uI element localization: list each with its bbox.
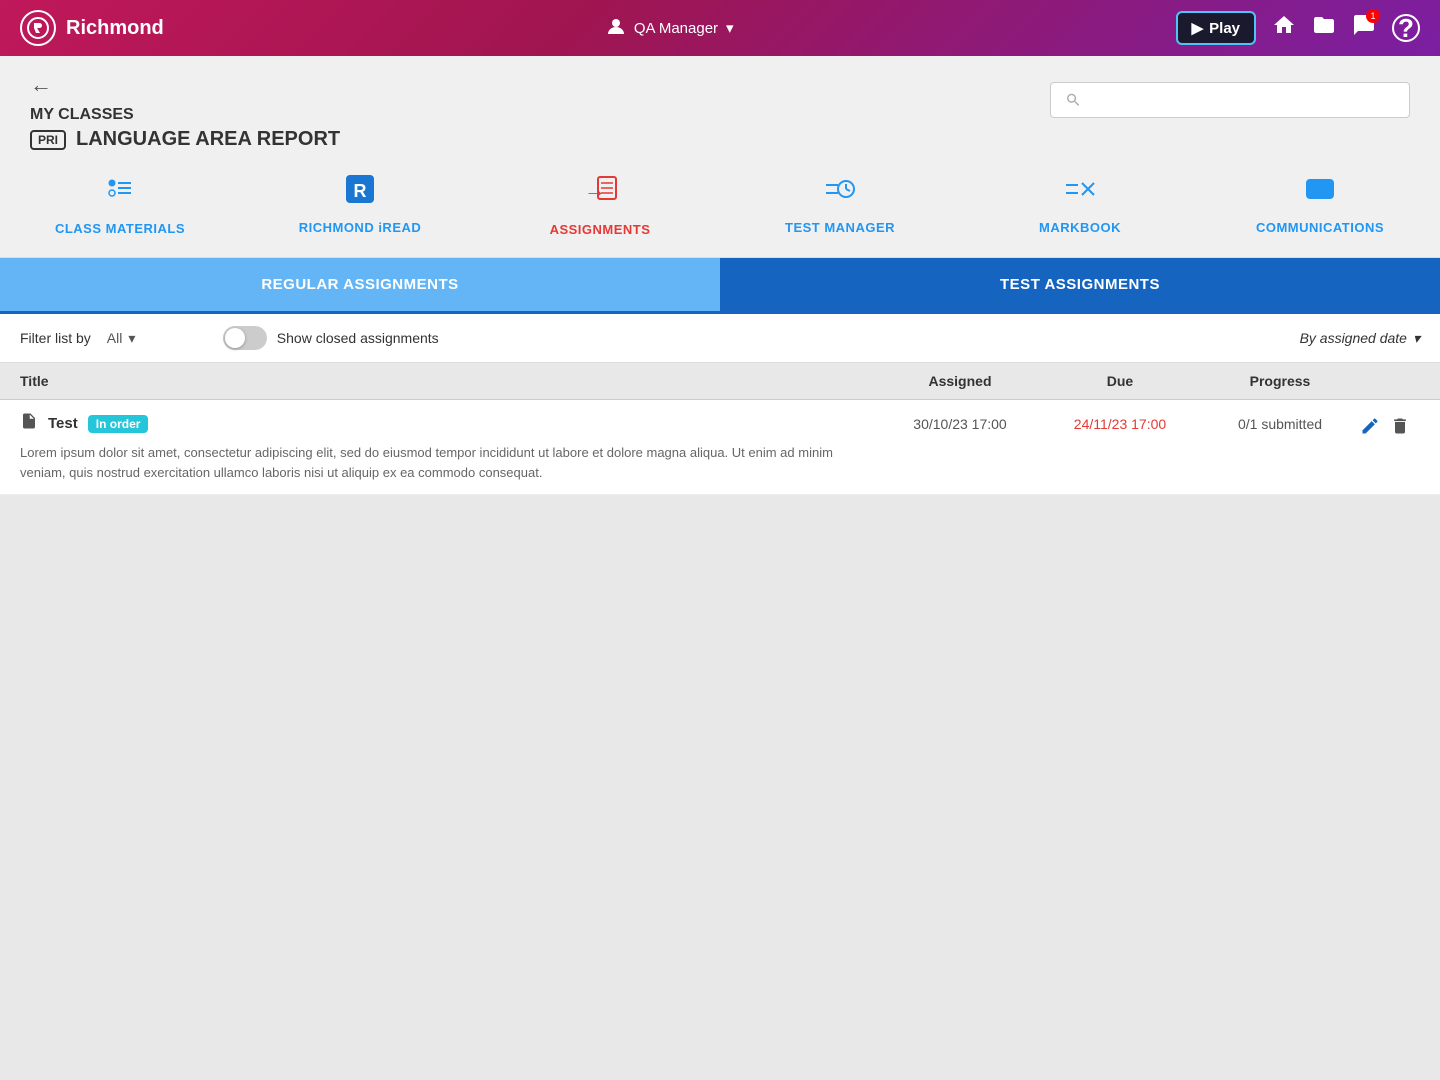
search-box[interactable] bbox=[1050, 82, 1410, 118]
richmond-iread-icon: R bbox=[342, 171, 378, 212]
show-closed-toggle-container: Show closed assignments bbox=[223, 326, 439, 350]
due-date: 24/11/23 17:00 bbox=[1040, 412, 1200, 432]
assignment-title-row: Test In order bbox=[20, 412, 880, 435]
sidebar-item-markbook[interactable]: MARKBOOK bbox=[960, 171, 1200, 237]
pri-badge: PRI bbox=[30, 130, 66, 150]
notification-badge: 1 bbox=[1366, 9, 1380, 23]
logo-icon bbox=[20, 10, 56, 46]
tabs-row: REGULAR ASSIGNMENTS TEST ASSIGNMENTS bbox=[0, 258, 1440, 314]
sidebar-item-assignments[interactable]: → ASSIGNMENTS bbox=[480, 171, 720, 237]
sidebar-item-test-manager[interactable]: TEST MANAGER bbox=[720, 171, 960, 237]
folder-icon[interactable] bbox=[1312, 13, 1336, 44]
filter-list-by-label: Filter list by bbox=[20, 330, 91, 346]
assignment-title-col: Test In order Lorem ipsum dolor sit amet… bbox=[20, 412, 880, 482]
main-content: REGULAR ASSIGNMENTS TEST ASSIGNMENTS Fil… bbox=[0, 258, 1440, 495]
nav-icons-row: CLASS MATERIALS R RICHMOND iREAD → ASSIG… bbox=[0, 161, 1440, 258]
markbook-icon bbox=[1062, 171, 1098, 212]
col-progress: Progress bbox=[1200, 373, 1360, 389]
play-button[interactable]: ▶ Play bbox=[1176, 11, 1256, 45]
user-label: QA Manager bbox=[634, 20, 718, 37]
chat-icon[interactable]: 1 bbox=[1352, 13, 1376, 44]
filter-dropdown[interactable]: All ▾ bbox=[107, 330, 187, 347]
col-due: Due bbox=[1040, 373, 1200, 389]
help-icon[interactable]: ? bbox=[1392, 14, 1420, 42]
assignment-description: Lorem ipsum dolor sit amet, consectetur … bbox=[20, 443, 880, 482]
delete-button[interactable] bbox=[1390, 416, 1410, 441]
user-dropdown-icon: ▾ bbox=[726, 19, 734, 37]
col-actions bbox=[1360, 373, 1420, 389]
show-closed-toggle[interactable] bbox=[223, 326, 267, 350]
edit-button[interactable] bbox=[1360, 416, 1380, 441]
search-input[interactable] bbox=[1090, 92, 1395, 109]
filter-dropdown-icon: ▾ bbox=[128, 330, 135, 347]
communications-icon bbox=[1302, 171, 1338, 212]
top-navigation: Richmond QA Manager ▾ ▶ Play 1 ? bbox=[0, 0, 1440, 56]
page-title: LANGUAGE AREA REPORT bbox=[76, 128, 340, 151]
tab-regular-assignments[interactable]: REGULAR ASSIGNMENTS bbox=[0, 258, 720, 314]
user-icon bbox=[606, 16, 626, 40]
filter-row: Filter list by All ▾ Show closed assignm… bbox=[0, 314, 1440, 363]
show-closed-label: Show closed assignments bbox=[277, 330, 439, 346]
test-manager-icon bbox=[822, 171, 858, 212]
col-assigned: Assigned bbox=[880, 373, 1040, 389]
header-area: ← MY CLASSES PRI LANGUAGE AREA REPORT bbox=[0, 56, 1440, 161]
class-materials-icon bbox=[103, 171, 137, 213]
page-title-row: PRI LANGUAGE AREA REPORT bbox=[30, 128, 340, 151]
markbook-label: MARKBOOK bbox=[1039, 220, 1121, 235]
assigned-date: 30/10/23 17:00 bbox=[880, 412, 1040, 432]
play-icon: ▶ bbox=[1192, 19, 1204, 37]
tab-test-assignments[interactable]: TEST ASSIGNMENTS bbox=[720, 258, 1440, 314]
logo: Richmond bbox=[20, 10, 164, 46]
actions-col bbox=[1360, 412, 1420, 441]
svg-text:R: R bbox=[354, 181, 367, 201]
nav-right: ▶ Play 1 ? bbox=[1176, 11, 1420, 45]
sidebar-item-communications[interactable]: COMMUNICATIONS bbox=[1200, 171, 1440, 237]
logo-text: Richmond bbox=[66, 17, 164, 40]
sidebar-item-richmond-iread[interactable]: R RICHMOND iREAD bbox=[240, 171, 480, 237]
user-menu[interactable]: QA Manager ▾ bbox=[606, 16, 734, 40]
breadcrumb: MY CLASSES bbox=[30, 106, 340, 124]
col-title: Title bbox=[20, 373, 880, 389]
home-icon[interactable] bbox=[1272, 13, 1296, 44]
sort-label: By assigned date bbox=[1300, 330, 1407, 346]
test-manager-label: TEST MANAGER bbox=[785, 220, 895, 235]
table-header: Title Assigned Due Progress bbox=[0, 363, 1440, 400]
back-button[interactable]: ← bbox=[30, 72, 340, 98]
table-row: Test In order Lorem ipsum dolor sit amet… bbox=[0, 400, 1440, 495]
sort-dropdown-icon: ▾ bbox=[1413, 330, 1420, 347]
status-badge: In order bbox=[88, 415, 149, 433]
assignments-icon: → bbox=[582, 171, 618, 214]
assignment-name: Test bbox=[48, 415, 78, 432]
communications-label: COMMUNICATIONS bbox=[1256, 220, 1384, 235]
sidebar-item-class-materials[interactable]: CLASS MATERIALS bbox=[0, 171, 240, 237]
search-icon bbox=[1065, 91, 1082, 109]
assignment-doc-icon bbox=[20, 412, 38, 435]
progress-value: 0/1 submitted bbox=[1200, 412, 1360, 432]
richmond-iread-label: RICHMOND iREAD bbox=[299, 220, 422, 235]
toggle-knob bbox=[225, 328, 245, 348]
class-materials-label: CLASS MATERIALS bbox=[55, 221, 185, 236]
assignments-label: ASSIGNMENTS bbox=[550, 222, 651, 237]
sort-dropdown[interactable]: By assigned date ▾ bbox=[1300, 330, 1420, 347]
